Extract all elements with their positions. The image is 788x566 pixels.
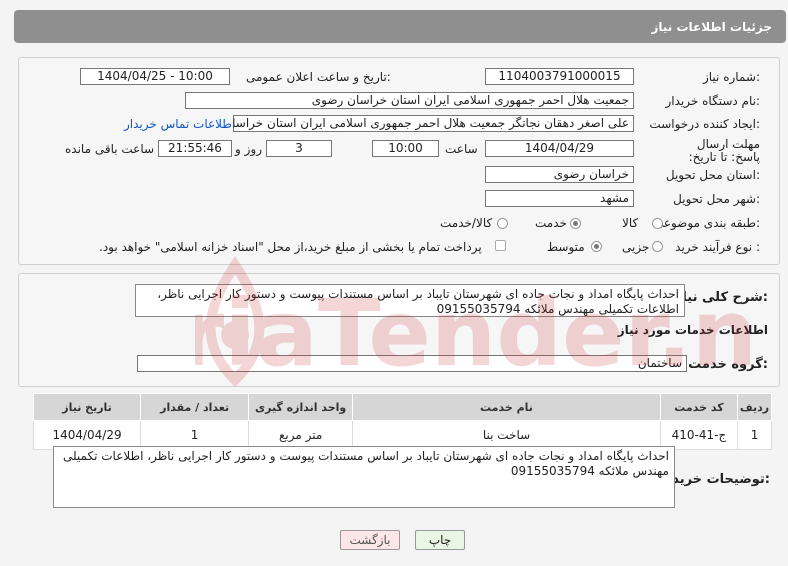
col-date: تاریخ نیاز xyxy=(32,393,142,421)
process-medium-label: متوسط xyxy=(547,240,585,254)
category-radio-service[interactable] xyxy=(570,218,581,229)
city-field: مشهد xyxy=(485,190,634,207)
col-name: نام خدمت xyxy=(352,393,661,421)
page-header: جزئیات اطلاعات نیاز xyxy=(14,10,786,43)
payment-note: پرداخت تمام یا بخشی از مبلغ خرید،از محل … xyxy=(99,240,482,254)
cell-row: 1 xyxy=(737,420,772,450)
creator-label: ایجاد کننده درخواست: xyxy=(649,117,760,131)
deadline-time-field: 10:00 xyxy=(372,140,439,157)
city-label: شهر محل تحویل: xyxy=(673,192,760,206)
buyer-notes-label: توضیحات خریدار: xyxy=(660,472,770,487)
process-radio-minor[interactable] xyxy=(652,241,663,252)
buyer-contact-link[interactable]: اطلاعات تماس خریدار xyxy=(124,117,235,131)
deadline-time-label: ساعت xyxy=(445,142,478,156)
announce-label: تاریخ و ساعت اعلان عمومی: xyxy=(246,70,391,84)
buyer-notes-text: احداث پایگاه امداد و نجات جاده ای شهرستا… xyxy=(53,446,675,508)
category-goods-label: کالا xyxy=(622,216,639,230)
process-label: نوع فرآیند خرید : xyxy=(675,240,760,254)
services-table: ردیف کد خدمت نام خدمت واحد اندازه گیری ت… xyxy=(32,393,772,450)
process-radio-medium[interactable] xyxy=(591,241,602,252)
need-info-panel xyxy=(18,57,780,265)
remaining-time-field: 21:55:46 xyxy=(158,140,232,157)
summary-label: شرح کلی نیاز: xyxy=(674,290,768,305)
category-radio-goods-service[interactable] xyxy=(497,218,508,229)
province-field: خراسان رضوی xyxy=(485,166,634,183)
category-goods-service-label: کالا/خدمت xyxy=(440,216,493,230)
col-row: ردیف xyxy=(737,393,772,421)
service-group-field: ساختمان xyxy=(137,355,687,372)
process-minor-label: جزیی xyxy=(622,240,650,254)
deadline-date-field: 1404/04/29 xyxy=(485,140,634,157)
days-field: 3 xyxy=(266,140,332,157)
need-number-label: شماره نیاز: xyxy=(702,70,760,84)
buyer-org-label: نام دستگاه خریدار: xyxy=(665,94,761,108)
print-button[interactable]: چاپ xyxy=(415,530,465,550)
back-button[interactable]: بازگشت xyxy=(340,530,400,550)
col-code: کد خدمت xyxy=(659,393,739,421)
page-title: جزئیات اطلاعات نیاز xyxy=(651,20,772,34)
creator-field: علی اصغر دهقان نجاتگر جمعیت هلال احمر جم… xyxy=(233,115,634,132)
col-quantity: تعداد / مقدار xyxy=(140,393,250,421)
services-section-title: اطلاعات خدمات مورد نیاز xyxy=(617,323,768,337)
province-label: استان محل تحویل: xyxy=(665,168,760,182)
service-group-label: گروه خدمت: xyxy=(688,357,768,372)
services-table-header: ردیف کد خدمت نام خدمت واحد اندازه گیری ت… xyxy=(32,393,772,421)
deadline-label: مهلت ارسال پاسخ: تا تاریخ: xyxy=(688,137,760,164)
summary-text: احداث پایگاه امداد و نجات جاده ای شهرستا… xyxy=(135,284,685,317)
days-label: روز و xyxy=(235,142,262,156)
announce-field: 1404/04/25 - 10:00 xyxy=(80,68,230,85)
category-radio-goods[interactable] xyxy=(652,218,663,229)
category-label: طبقه بندی موضوعی: xyxy=(653,216,760,230)
remaining-label: ساعت باقی مانده xyxy=(65,142,155,156)
col-unit: واحد اندازه گیری xyxy=(248,393,354,421)
need-number-field: 1104003791000015 xyxy=(485,68,634,85)
category-service-label: خدمت xyxy=(535,216,567,230)
buyer-org-field: جمعیت هلال احمر جمهوری اسلامی ایران استا… xyxy=(185,92,634,109)
treasury-checkbox[interactable] xyxy=(495,240,506,251)
